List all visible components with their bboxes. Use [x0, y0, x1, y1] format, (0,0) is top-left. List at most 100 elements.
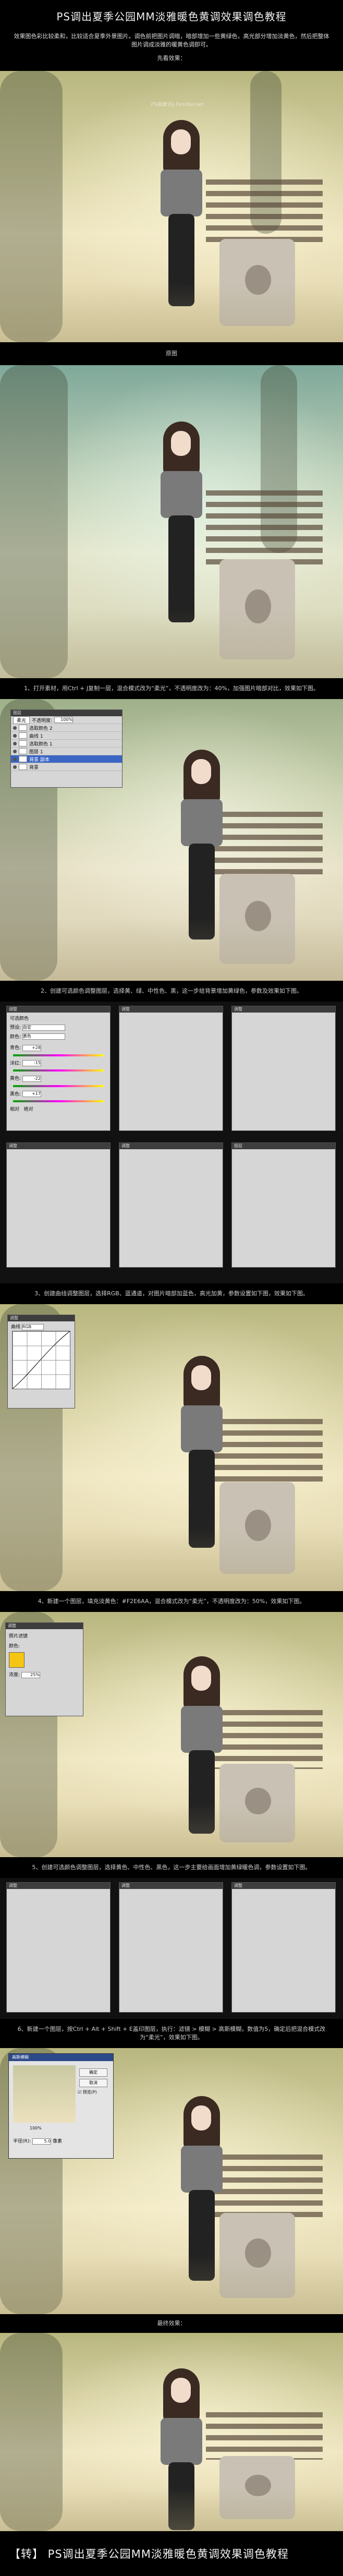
selective-color-panel: 调整 — [119, 1142, 223, 1268]
final-photo — [0, 2333, 343, 2531]
magenta-field[interactable]: -15 — [22, 1060, 41, 1066]
blur-preview-image[interactable] — [13, 2065, 76, 2123]
panel-title: 调整 — [6, 1623, 83, 1629]
step6-photo: 高斯模糊 确定 取消 ☑ 预览(P) 100% 半径(R): 5.0 像素 — [0, 2048, 343, 2314]
selective-color-panel: 调整 — [231, 1006, 336, 1131]
layer-row[interactable]: 曲线 1 — [11, 732, 122, 740]
eye-icon[interactable] — [13, 741, 17, 745]
selective-color-panel: 调整 — [119, 1006, 223, 1131]
eye-icon[interactable] — [13, 726, 17, 730]
black-label: 黑色: — [10, 1091, 21, 1097]
eye-icon[interactable] — [13, 749, 17, 753]
eye-icon[interactable] — [13, 733, 17, 738]
gaussian-blur-dialog: 高斯模糊 确定 取消 ☑ 预览(P) 100% 半径(R): 5.0 像素 — [8, 2053, 114, 2159]
opacity-field[interactable]: 100% — [54, 717, 74, 723]
yellow-slider[interactable] — [13, 1085, 104, 1087]
panel-title: 调整 — [232, 1006, 335, 1013]
watermark: PS联盟 By Fanzhai.net — [151, 102, 204, 108]
blend-mode-select[interactable]: 柔光 — [13, 716, 30, 724]
panel-name: 曲线 — [11, 1325, 21, 1330]
radius-label: 半径(R): — [13, 2139, 31, 2144]
layer-row[interactable]: 选取颜色 2 — [11, 724, 122, 732]
step3-photo: 调整 曲线 RGB — [0, 1304, 343, 1591]
filter-color-label: 颜色: — [9, 1644, 20, 1649]
caption-step2: 2、创建可选颜色调整图层，选择黄、绿、中性色、黑，这一步给背景增加黄绿色，参数及… — [41, 988, 302, 994]
channel-select[interactable]: RGB — [21, 1323, 44, 1330]
intro-preview-label: 先看效果： — [157, 55, 186, 62]
layer-name: 曲线 1 — [29, 733, 43, 739]
density-field[interactable]: 25% — [21, 1671, 40, 1678]
layers-panel-title: 图层 — [11, 710, 122, 716]
density-label: 浓度: — [9, 1672, 20, 1678]
panel-name: 照片滤镜 — [9, 1634, 28, 1639]
black-field[interactable]: +17 — [22, 1091, 41, 1097]
selective-color-panel: 调整 — [6, 1882, 111, 2013]
preview-photo: PS联盟 By Fanzhai.net — [0, 71, 343, 342]
method-relative-radio[interactable]: 相对 — [10, 1107, 19, 1112]
black-slider[interactable] — [13, 1100, 104, 1102]
caption-step6: 6、新建一个图层，按Ctrl + Alt + Shift + E盖印图层，执行：… — [17, 2026, 326, 2041]
panel-name: 可选颜色 — [10, 1016, 29, 1021]
selective-color-panel: 调整 可选颜色 预设: 自定 颜色: 黄色 青色: +28 洋红: -15 黄色… — [6, 1006, 111, 1131]
selective-color-panel: 调整 — [6, 1142, 111, 1268]
preview-checkbox[interactable]: ☑ — [78, 2090, 81, 2094]
ok-button[interactable]: 确定 — [79, 2068, 107, 2077]
caption-step5: 5、创建可选颜色调整图层，选择黄色、中性色、黑色，这一步主要给画面增加黄绿暖色调… — [32, 1864, 311, 1871]
method-absolute-radio[interactable]: 绝对 — [24, 1107, 33, 1112]
step5-panels: 调整 调整 调整 — [0, 1878, 343, 2019]
curves-panel: 调整 曲线 RGB — [7, 1315, 75, 1409]
layer-row[interactable]: 图层 1 — [11, 748, 122, 755]
radius-field[interactable]: 5.0 — [32, 2138, 52, 2145]
footer-title: 【转】 PS调出夏季公园MM淡雅暖色黄调效果调色教程 — [0, 2531, 343, 2576]
preset-label: 预设: — [10, 1025, 21, 1030]
panel-title: 调整 — [8, 1315, 75, 1321]
layer-row[interactable]: 背景 — [11, 763, 122, 771]
cyan-label: 青色: — [10, 1045, 21, 1051]
magenta-slider[interactable] — [13, 1069, 104, 1072]
cyan-field[interactable]: +28 — [22, 1044, 41, 1051]
layer-row-selected[interactable]: 背景 副本 — [11, 755, 122, 763]
panel-title: 调整 — [119, 1006, 223, 1013]
photo-filter-panel: 调整 照片滤镜 颜色: 浓度: 25% — [5, 1622, 83, 1716]
panel-title: 调整 — [119, 1883, 223, 1889]
cancel-button[interactable]: 取消 — [79, 2079, 107, 2087]
cyan-slider[interactable] — [13, 1054, 104, 1056]
yellow-label: 黄色: — [10, 1076, 21, 1081]
original-photo — [0, 365, 343, 678]
step2-panels: 调整 可选颜色 预设: 自定 颜色: 黄色 青色: +28 洋红: -15 黄色… — [0, 1002, 343, 1283]
panel-title: 调整 — [119, 1143, 223, 1149]
opacity-label: 不透明度: — [32, 718, 53, 724]
tutorial-page: PS调出夏季公园MM淡雅暖色黄调效果调色教程 效果图色彩比较柔和，比较适合夏季外… — [0, 0, 343, 2576]
layers-panel: 图层 — [231, 1142, 336, 1268]
caption-step4: 4、新建一个图层，填充淡黄色：#F2E6AA，混合模式改为“柔光”，不透明度改为… — [38, 1598, 305, 1605]
filter-color-swatch[interactable] — [9, 1652, 24, 1668]
eye-icon[interactable] — [13, 757, 17, 761]
step4-photo: 调整 照片滤镜 颜色: 浓度: 25% — [0, 1612, 343, 1857]
caption-final: 最终效果： — [157, 2320, 186, 2327]
selective-color-panel: 调整 — [231, 1882, 336, 2013]
dialog-title: 高斯模糊 — [9, 2054, 113, 2061]
panel-title: 调整 — [7, 1883, 110, 1889]
layer-name: 选取颜色 2 — [29, 726, 53, 731]
curves-graph[interactable] — [12, 1331, 70, 1389]
layers-panel: 图层 柔光 不透明度: 100% 选取颜色 2 曲线 1 选取颜色 1 图层 1… — [10, 709, 123, 788]
layer-name: 选取颜色 1 — [29, 741, 53, 747]
colors-label: 颜色: — [10, 1034, 21, 1040]
preset-select[interactable]: 自定 — [22, 1024, 65, 1031]
caption-step3: 3、创建曲线调整图层，选择RGB、蓝通道，对图片暗部加蓝色，高光加黄，参数设置如… — [34, 1290, 309, 1297]
layer-row[interactable]: 选取颜色 1 — [11, 740, 122, 748]
layers-panel-title: 图层 — [232, 1143, 335, 1149]
layer-name: 背景 副本 — [29, 757, 50, 763]
magenta-label: 洋红: — [10, 1061, 21, 1066]
layer-name: 图层 1 — [29, 749, 43, 755]
radius-unit: 像素 — [53, 2139, 63, 2144]
eye-icon[interactable] — [13, 765, 17, 769]
intro-paragraph: 效果图色彩比较柔和，比较适合夏季外景图片。调色前把图片调暗，暗部增加一些黄绿色，… — [14, 33, 329, 48]
selective-color-panel: 调整 — [119, 1882, 223, 2013]
preview-label: 预览(P) — [82, 2090, 97, 2094]
colors-select[interactable]: 黄色 — [22, 1033, 65, 1040]
yellow-field[interactable]: -22 — [22, 1075, 41, 1082]
caption-step1: 1、打开素材，用Ctrl + J复制一层，混合模式改为“柔光”，不透明度改为：4… — [24, 685, 319, 692]
page-title: PS调出夏季公园MM淡雅暖色黄调效果调色教程 — [56, 10, 287, 23]
panel-title: 调整 — [7, 1006, 110, 1013]
